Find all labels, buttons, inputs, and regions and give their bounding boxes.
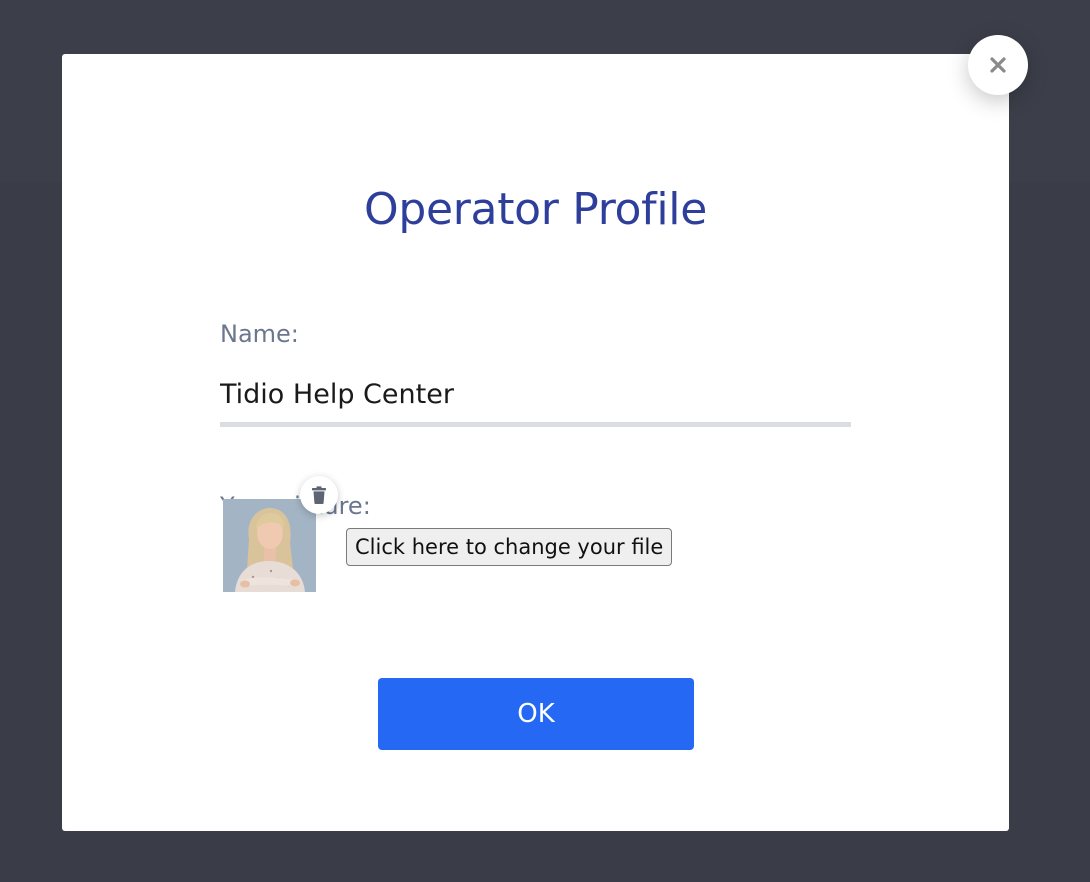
- name-input[interactable]: [220, 366, 851, 427]
- ok-button[interactable]: OK: [378, 678, 694, 750]
- dialog-title: Operator Profile: [364, 184, 707, 235]
- delete-picture-button[interactable]: [300, 476, 338, 514]
- operator-profile-dialog: Operator Profile Name: Your picture:: [62, 54, 1009, 831]
- close-icon: [990, 57, 1006, 73]
- trash-icon: [312, 486, 326, 504]
- change-file-button[interactable]: Click here to change your file: [346, 528, 673, 566]
- name-label: Name:: [220, 320, 299, 348]
- avatar-photo: [223, 499, 316, 592]
- close-button[interactable]: [968, 35, 1028, 95]
- avatar: [223, 499, 316, 592]
